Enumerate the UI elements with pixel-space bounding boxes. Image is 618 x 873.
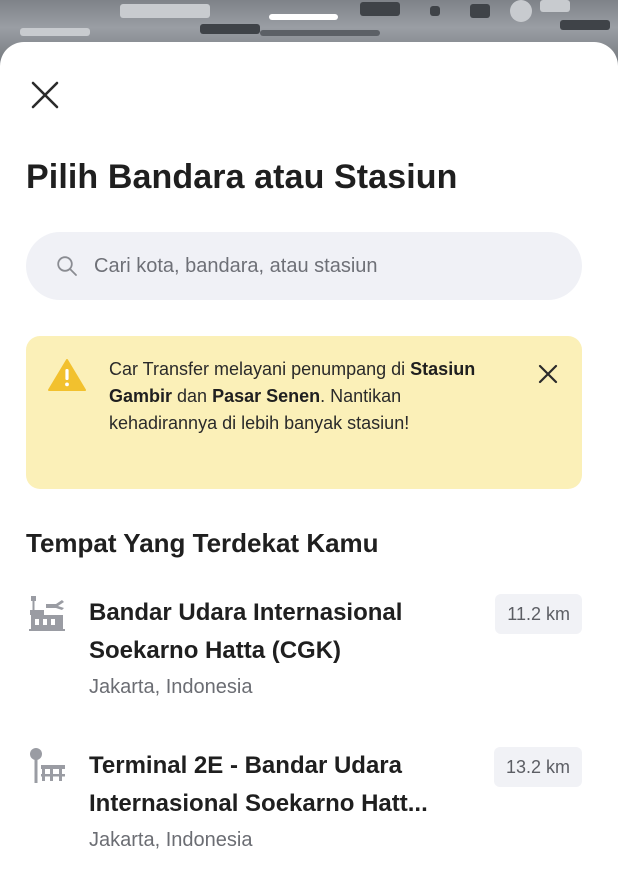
list-item[interactable]: Bandar Udara Internasional Soekarno Hatt… (0, 590, 618, 710)
list-item[interactable]: Terminal 2E - Bandar Udara Internasional… (0, 745, 618, 865)
warning-icon (48, 359, 86, 391)
info-banner-close-button[interactable] (534, 360, 562, 388)
place-name: Terminal 2E - Bandar Udara Internasional… (89, 747, 469, 823)
place-name-line: Bandar Udara Internasional (89, 599, 403, 626)
distance-badge: 13.2 km (493, 747, 582, 787)
close-icon (538, 364, 558, 384)
place-location: Jakarta, Indonesia (89, 829, 253, 851)
sheet-grab-handle[interactable] (269, 14, 338, 20)
place-location: Jakarta, Indonesia (89, 676, 253, 698)
close-icon (31, 81, 59, 109)
place-name-line: Terminal 2E - Bandar Udara (89, 752, 402, 779)
place-name-line: Soekarno Hatta (CGK) (89, 637, 342, 664)
place-name: Bandar Udara Internasional Soekarno Hatt… (89, 594, 469, 670)
pickup-point-icon (30, 748, 65, 783)
station-pasar-senen-label: Pasar Senen (212, 386, 321, 406)
close-button[interactable] (22, 72, 68, 118)
screen: Pilih Bandara atau Stasiun Car Transfer … (0, 0, 618, 873)
info-banner-text: Car Transfer melayani penumpang di Stasi… (109, 356, 499, 437)
info-banner: Car Transfer melayani penumpang di Stasi… (26, 336, 582, 489)
page-title: Pilih Bandara atau Stasiun (26, 158, 458, 196)
bottom-sheet: Pilih Bandara atau Stasiun Car Transfer … (0, 42, 618, 873)
info-text-part: dan (172, 386, 213, 406)
distance-badge: 11.2 km (495, 594, 582, 634)
info-text-part: Car Transfer melayani penumpang di (109, 359, 411, 379)
search-input[interactable] (94, 254, 534, 278)
search-field[interactable] (26, 232, 582, 300)
search-icon (56, 255, 78, 277)
section-title: Tempat Yang Terdekat Kamu (26, 528, 379, 558)
airport-terminal-icon (29, 596, 65, 631)
place-name-line: Internasional Soekarno Hatt... (89, 790, 428, 817)
